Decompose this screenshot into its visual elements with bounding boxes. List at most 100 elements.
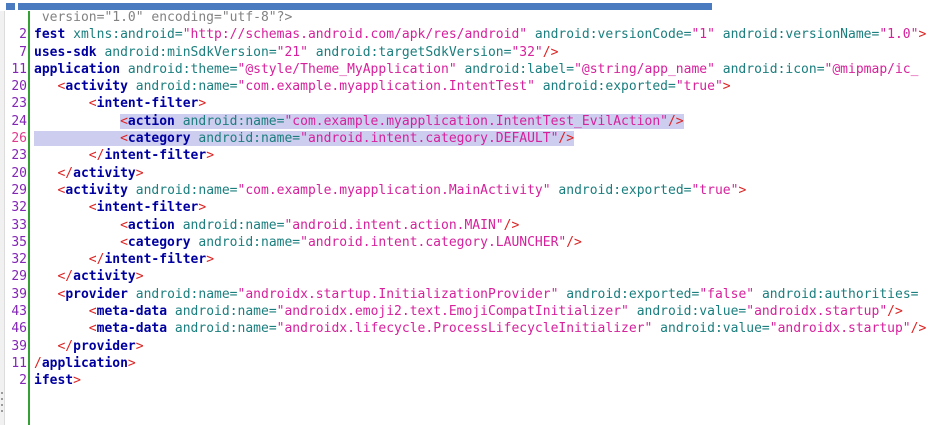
code-row[interactable]: 7uses-sdk android:minSdkVersion="21" and…	[4, 44, 941, 61]
code-row[interactable]: 23 </intent-filter>	[4, 147, 941, 164]
code-token: />	[911, 321, 927, 336]
code-token: "true"	[676, 79, 723, 94]
code-token: >	[198, 200, 206, 215]
code-token: "true"	[691, 183, 738, 198]
code-token	[34, 269, 57, 284]
code-token	[65, 27, 73, 42]
code-token: xmlns:android=	[73, 27, 183, 42]
line-number: 2	[4, 26, 27, 43]
code-token	[535, 79, 543, 94]
code-row[interactable]: 46 <meta-data android:name="androidx.lif…	[4, 320, 941, 337]
code-row[interactable]: 2ifest>	[4, 372, 941, 389]
line-number	[4, 9, 27, 26]
code-row[interactable]: 32 <intent-filter>	[4, 199, 941, 216]
selection-highlight: action	[128, 114, 175, 129]
code-line-text: </intent-filter>	[27, 147, 214, 164]
splitter-grip-dot	[1, 410, 3, 412]
selection-highlight: <	[120, 131, 128, 146]
line-number: 46	[4, 320, 27, 337]
line-number: 29	[4, 268, 27, 285]
code-token: <	[120, 235, 128, 250]
code-token	[652, 321, 660, 336]
code-token: </	[89, 252, 105, 267]
selection-highlight: />	[668, 114, 684, 129]
code-token	[34, 235, 120, 250]
code-token: meta-data	[97, 304, 167, 319]
code-token	[34, 218, 120, 233]
selection-highlight: "android.intent.category.DEFAULT"	[300, 131, 558, 146]
line-number: 24	[4, 113, 27, 130]
code-line-text: <action android:name="android.intent.act…	[27, 217, 519, 234]
line-number: 20	[4, 78, 27, 95]
code-token: "android.intent.category.LAUNCHER"	[300, 235, 566, 250]
code-row[interactable]: 35 <category android:name="android.inten…	[4, 234, 941, 251]
code-token: android:name=	[175, 321, 277, 336]
code-line-text: <activity android:name="com.example.myap…	[27, 78, 731, 95]
code-row[interactable]: 24 <action android:name="com.example.mya…	[4, 113, 941, 130]
selection-highlight	[175, 114, 183, 129]
code-token	[34, 114, 120, 129]
code-token	[167, 304, 175, 319]
code-line-text: <meta-data android:name="androidx.lifecy…	[27, 320, 926, 337]
code-row[interactable]: 29 </activity>	[4, 268, 941, 285]
code-token	[34, 79, 57, 94]
code-row[interactable]: 20 <activity android:name="com.example.m…	[4, 78, 941, 95]
code-row[interactable]: 20 </activity>	[4, 165, 941, 182]
code-token: android:exported=	[566, 287, 699, 302]
code-token: />	[543, 45, 559, 60]
code-row[interactable]: 43 <meta-data android:name="androidx.emo…	[4, 303, 941, 320]
code-token: <	[89, 200, 97, 215]
code-token: >	[136, 339, 144, 354]
splitter-grip-dot	[1, 404, 3, 406]
line-number: 43	[4, 303, 27, 320]
code-line-text: </provider>	[27, 338, 144, 355]
code-row[interactable]: 39 </provider>	[4, 338, 941, 355]
code-token: "http://schemas.android.com/apk/res/andr…	[183, 27, 527, 42]
code-token: intent-filter	[104, 252, 206, 267]
line-number: 32	[4, 199, 27, 216]
code-line-text: <meta-data android:name="androidx.emoji2…	[27, 303, 903, 320]
code-token: android:theme=	[128, 62, 238, 77]
code-token: <	[120, 218, 128, 233]
code-token: activity	[65, 183, 128, 198]
code-token: "androidx.startup.InitializationProvider…	[238, 287, 559, 302]
code-line-text: ifest>	[27, 372, 81, 389]
code-token: android:exported=	[558, 183, 691, 198]
code-row[interactable]: 29 <activity android:name="com.example.m…	[4, 182, 941, 199]
code-row[interactable]: version="1.0" encoding="utf-8"?>	[4, 9, 941, 26]
code-token: </	[89, 148, 105, 163]
line-number: 32	[4, 251, 27, 268]
code-token	[34, 252, 89, 267]
code-token: >	[723, 79, 731, 94]
code-token: >	[738, 183, 746, 198]
code-token	[34, 166, 57, 181]
code-row[interactable]: 11/application>	[4, 355, 941, 372]
code-token: >	[136, 166, 144, 181]
selection-highlight: android:name=	[198, 131, 300, 146]
code-row[interactable]: 2 fest xmlns:android="http://schemas.andr…	[4, 26, 941, 43]
code-token: activity	[65, 79, 128, 94]
code-row[interactable]: 32 </intent-filter>	[4, 251, 941, 268]
code-token: version="1.0" encoding="utf-8"?>	[34, 10, 292, 25]
code-token	[34, 148, 89, 163]
selection-highlight: "com.example.myapplication.IntentTest_Ev…	[284, 114, 668, 129]
code-row[interactable]: 23 <intent-filter>	[4, 95, 941, 112]
code-row[interactable]: 33 <action android:name="android.intent.…	[4, 217, 941, 234]
code-token: android:versionCode=	[535, 27, 692, 42]
code-line-text: <intent-filter>	[27, 95, 206, 112]
code-token: <	[89, 321, 97, 336]
code-area[interactable]: version="1.0" encoding="utf-8"?> 2 fest xm…	[4, 9, 941, 390]
selection-highlight	[34, 131, 120, 146]
code-token: android:icon=	[723, 62, 825, 77]
code-row[interactable]: 39 <provider android:name="androidx.star…	[4, 286, 941, 303]
code-token: fest	[34, 27, 65, 42]
code-token: android:name=	[198, 235, 300, 250]
code-line-text: </activity>	[27, 268, 144, 285]
code-row[interactable]: 11application android:theme="@style/Them…	[4, 61, 941, 78]
code-token: />	[887, 304, 903, 319]
code-token: ifest	[34, 373, 73, 388]
code-token: meta-data	[97, 321, 167, 336]
code-token: >	[198, 96, 206, 111]
code-line-text: <category android:name="android.intent.c…	[27, 130, 574, 147]
code-row[interactable]: 26 <category android:name="android.inten…	[4, 130, 941, 147]
